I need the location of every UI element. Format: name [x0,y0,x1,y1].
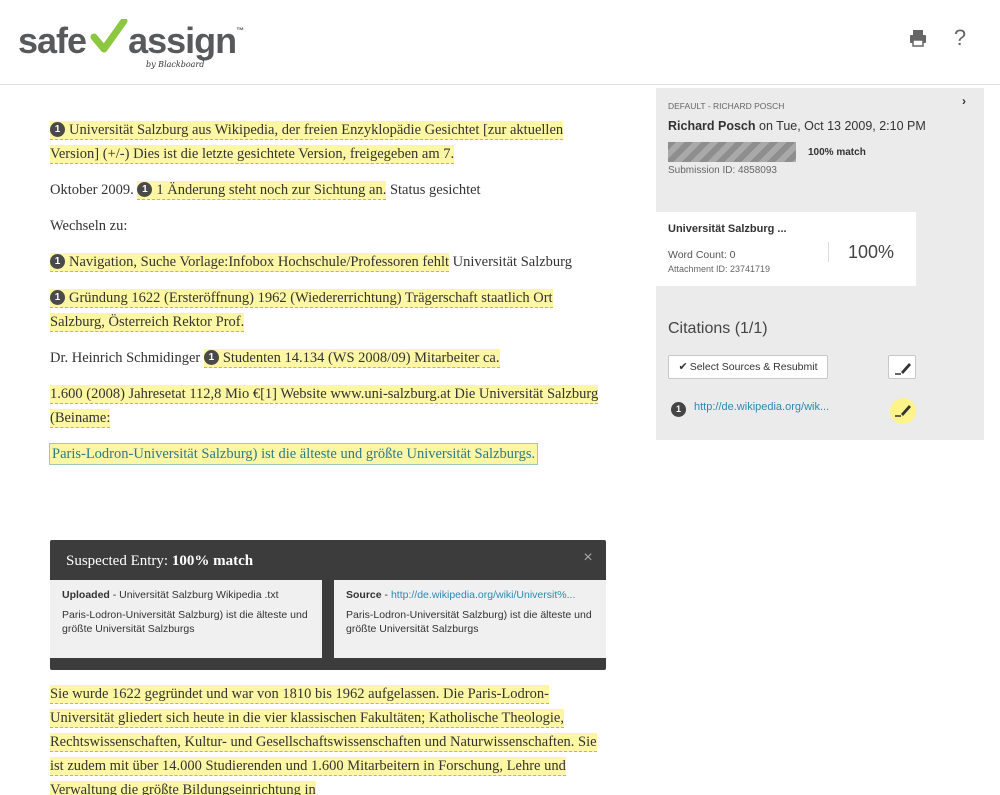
suspected-title-match: 100% match [171,553,254,569]
help-icon[interactable]: ? [948,26,972,50]
selected-match[interactable]: Paris-Lodron-Universität Salzburg) ist d… [48,443,539,465]
doc-paragraph-5: 1 Gründung 1622 (Ersteröffnung) 1962 (Wie… [50,286,610,334]
match-progress-fill [668,142,796,162]
match-percent-text: 100% match [808,147,866,158]
plain-text: Universität Salzburg [449,254,572,270]
logo-safe-text: safe [18,20,87,61]
doc-paragraph-7: 1.600 (2008) Jahresetat 112,8 Mio €[1] W… [50,382,610,430]
doc-paragraph-8: Paris-Lodron-Universität Salzburg) ist d… [48,442,610,466]
logo-wordmark: safe assign™ [18,19,244,63]
highlighted-match[interactable]: 1 Gründung 1622 (Ersteröffnung) 1962 (Wie… [50,289,553,332]
submission-id: Submission ID: 4858093 [668,165,777,176]
source-label: Source [346,589,382,601]
doc-paragraph-3: Wechseln zu: [50,214,610,238]
doc-paragraph-4: 1 Navigation, Suche Vorlage:Infobox Hochs… [50,250,610,274]
suspected-entry-panel: Suspected Entry: 100% match × Uploaded -… [50,540,606,670]
uploaded-match-box: Uploaded - Universität Salzburg Wikipedi… [50,580,322,658]
doc-paragraph-6: Dr. Heinrich Schmidinger 1 Studenten 14.1… [50,346,610,370]
highlighted-match[interactable]: 1.600 (2008) Jahresetat 112,8 Mio €[1] W… [50,385,599,428]
submission-author: Richard Posch on Tue, Oct 13 2009, 2:10 … [668,119,926,133]
resubmit-label: Select Sources & Resubmit [689,361,818,373]
uploaded-filename: - Universität Salzburg Wikipedia .txt [109,589,279,601]
sidebar-collapse-chevron-icon[interactable]: › [954,90,974,112]
submission-label: DEFAULT - RICHARD POSCH [668,101,785,111]
highlight-all-button[interactable] [888,355,916,379]
plain-text: Oktober 2009. [50,182,138,198]
document-body: 1 Universität Salzburg aus Wikipedia, der… [48,118,610,478]
submission-date: on Tue, Oct 13 2009, 2:10 PM [755,119,926,133]
logo-checkmark-icon [90,19,128,53]
source-heading: Source - http://de.wikipedia.org/wiki/Un… [346,588,594,602]
plain-text: Dr. Heinrich Schmidinger [50,350,204,366]
suspected-title-prefix: Suspected Entry: [66,553,172,569]
attachment-name: Universität Salzburg ... [668,223,787,235]
citation-highlight-toggle[interactable] [890,398,916,424]
highlighted-match[interactable]: 11 Änderung steht noch zur Sichtung an. [137,181,387,200]
source-separator: - [381,589,391,601]
match-badge[interactable]: 1 [50,290,65,306]
plain-text: Status gesichtet [386,182,481,198]
source-link[interactable]: http://de.wikipedia.org/wiki/Universit%.… [391,589,575,601]
source-match-box: Source - http://de.wikipedia.org/wiki/Un… [334,580,606,658]
attachment-card[interactable]: Universität Salzburg ... Word Count: 0 A… [656,212,916,286]
word-count: Word Count: 0 [668,249,736,261]
match-progress-bar [668,142,796,162]
citation-badge: 1 [671,402,686,417]
attachment-id: Attachment ID: 23741719 [668,264,771,274]
match-badge[interactable]: 1 [50,254,65,270]
match-text: Studenten 14.134 (WS 2008/09) Mitarbeite… [222,350,500,366]
plain-text: Wechseln zu: [50,218,128,234]
match-text: 1 Änderung steht noch zur Sichtung an. [156,182,387,198]
close-icon[interactable]: × [580,550,596,566]
citation-link[interactable]: http://de.wikipedia.org/wik... [694,401,829,413]
highlighted-match[interactable]: 1 Navigation, Suche Vorlage:Infobox Hochs… [50,253,450,272]
match-text: Universität Salzburg aus Wikipedia, der … [50,122,564,162]
match-badge[interactable]: 1 [50,122,65,138]
author-name: Richard Posch [668,119,756,133]
highlighter-icon [895,405,911,417]
uploaded-label: Uploaded [62,589,110,601]
source-text: Paris-Lodron-Universität Salzburg) ist d… [346,609,592,635]
divider [828,242,829,262]
logo-trademark: ™ [236,26,244,35]
citations-heading: Citations (1/1) [668,320,768,337]
match-badge[interactable]: 1 [137,182,153,198]
top-header: safe assign™ by Blackboard ? [0,0,1000,85]
doc-paragraph-1: 1 Universität Salzburg aus Wikipedia, der… [50,118,610,166]
suspected-entry-title: Suspected Entry: 100% match [66,553,253,570]
match-badge[interactable]: 1 [203,350,219,366]
print-icon[interactable] [906,26,930,50]
match-text: Navigation, Suche Vorlage:Infobox Hochsc… [69,254,450,270]
uploaded-heading: Uploaded - Universität Salzburg Wikipedi… [62,588,310,602]
highlighted-match[interactable]: 1 Studenten 14.134 (WS 2008/09) Mitarbeit… [203,349,500,368]
logo-by-blackboard: by Blackboard [146,60,205,69]
highlighter-icon [895,363,911,375]
attachment-match-percent: 100% [848,242,895,262]
logo-assign-text: assign [128,20,237,61]
safeassign-logo: safe assign™ by Blackboard [18,10,244,70]
select-sources-resubmit-button[interactable]: ✔ Select Sources & Resubmit [668,355,828,379]
uploaded-text: Paris-Lodron-Universität Salzburg) ist d… [62,609,308,635]
doc-paragraph-2: Oktober 2009. 11 Änderung steht noch zur… [50,178,610,202]
highlighted-match[interactable]: Sie wurde 1622 gegründet und war von 181… [50,685,597,795]
checkmark-icon: ✔ [678,361,688,373]
document-body-continued: Sie wurde 1622 gegründet und war von 181… [50,682,610,795]
doc-paragraph-9: Sie wurde 1622 gegründet und war von 181… [50,682,610,795]
highlighted-match[interactable]: 1 Universität Salzburg aus Wikipedia, der… [50,121,564,164]
match-text: Gründung 1622 (Ersteröffnung) 1962 (Wied… [50,290,553,330]
